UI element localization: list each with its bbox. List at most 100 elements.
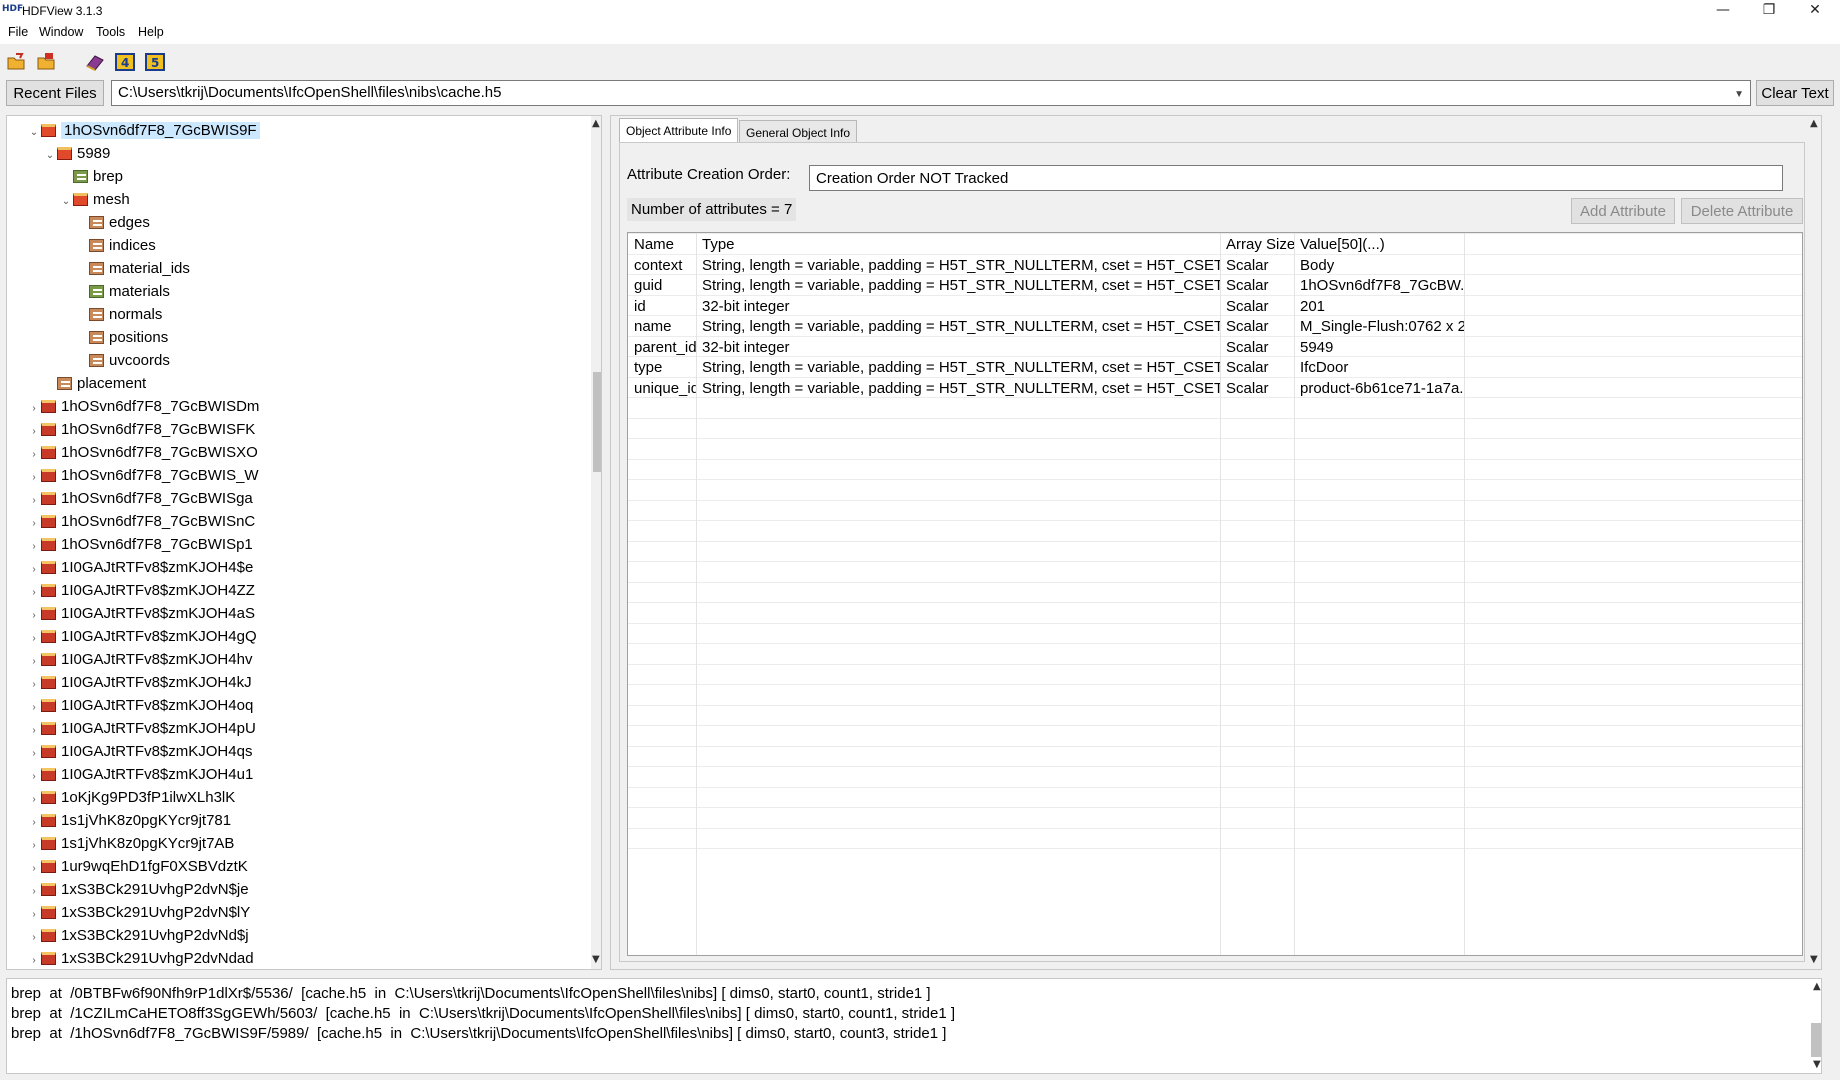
expand-chevron-icon[interactable]: › [27, 444, 41, 466]
tree-node[interactable]: brep [59, 166, 123, 188]
restore-button[interactable]: ❐ [1746, 0, 1792, 22]
tree-node[interactable]: › 1xS3BCk291UvhgP2dvNd$j [27, 925, 248, 949]
scroll-down-icon[interactable]: ▼ [1810, 954, 1818, 965]
tree-node[interactable]: › 1I0GAJtRTFv8$zmKJOH4aS [27, 603, 255, 625]
expand-chevron-icon[interactable]: › [27, 950, 41, 969]
menu-tools[interactable]: Tools [96, 25, 125, 39]
expand-chevron-icon[interactable]: › [27, 812, 41, 834]
collapse-chevron-icon[interactable]: ⌄ [27, 122, 41, 144]
expand-chevron-icon[interactable]: › [27, 398, 41, 420]
expand-chevron-icon[interactable]: › [27, 605, 41, 627]
scroll-down-icon[interactable]: ▼ [1813, 1059, 1821, 1070]
tree-node[interactable]: ⌄ mesh [59, 189, 130, 211]
hdf4-library-icon[interactable]: 4 [114, 52, 136, 72]
expand-chevron-icon[interactable]: › [27, 674, 41, 696]
expand-chevron-icon[interactable]: › [27, 559, 41, 581]
menu-window[interactable]: Window [39, 25, 83, 39]
tree-node[interactable]: › 1I0GAJtRTFv8$zmKJOH4ZZ [27, 580, 255, 602]
attr-size-cell[interactable]: Scalar [1220, 377, 1294, 401]
tab-object-attribute-info[interactable]: Object Attribute Info [619, 118, 739, 143]
tree-node[interactable]: materials [75, 281, 170, 303]
expand-chevron-icon[interactable]: › [27, 697, 41, 719]
tree-node[interactable]: › 1s1jVhK8z0pgKYcr9jt7AB [27, 833, 234, 855]
expand-chevron-icon[interactable]: › [27, 421, 41, 443]
tree-node[interactable]: › 1xS3BCk291UvhgP2dvN$lY [27, 902, 250, 924]
tree-node[interactable]: › 1hOSvn6df7F8_7GcBWISga [27, 488, 252, 512]
expand-chevron-icon[interactable]: › [27, 927, 41, 949]
expand-chevron-icon[interactable]: › [27, 743, 41, 765]
hdf5-library-icon[interactable]: 5 [144, 52, 166, 72]
tree-node[interactable]: › 1I0GAJtRTFv8$zmKJOH4pU [27, 718, 255, 742]
expand-chevron-icon[interactable]: › [27, 651, 41, 673]
expand-chevron-icon[interactable]: › [27, 490, 41, 512]
expand-chevron-icon[interactable]: › [27, 536, 41, 558]
tree-node[interactable]: › 1hOSvn6df7F8_7GcBWISDm [27, 396, 259, 418]
expand-chevron-icon[interactable]: › [27, 835, 41, 857]
add-attribute-button[interactable]: Add Attribute [1571, 198, 1675, 224]
file-tree[interactable]: ⌄ 1hOSvn6df7F8_7GcBWIS9F ⌄ 5989 brep ⌄ mesh edg… [6, 115, 602, 970]
tree-node[interactable]: › 1hOSvn6df7F8_7GcBWISnC [27, 511, 255, 533]
tree-node[interactable]: › 1hOSvn6df7F8_7GcBWISp1 [27, 534, 252, 558]
tree-node[interactable]: ⌄ 5989 [43, 143, 111, 167]
collapse-chevron-icon[interactable]: ⌄ [43, 145, 57, 167]
open-folder-icon[interactable] [36, 52, 58, 72]
expand-chevron-icon[interactable]: › [27, 582, 41, 604]
minimize-button[interactable]: — [1700, 0, 1746, 22]
tree-node[interactable]: › 1hOSvn6df7F8_7GcBWISXO [27, 442, 257, 466]
expand-chevron-icon[interactable]: › [27, 467, 41, 489]
close-button[interactable]: ✕ [1792, 0, 1838, 22]
menu-help[interactable]: Help [138, 25, 164, 39]
expand-chevron-icon[interactable]: › [27, 720, 41, 742]
tree-node[interactable]: › 1I0GAJtRTFv8$zmKJOH4gQ [27, 626, 256, 650]
scroll-down-icon[interactable]: ▼ [592, 954, 600, 965]
attribute-table[interactable]: Name Type Array Size Value[50](...) context S… [627, 232, 1803, 956]
tree-node[interactable]: › 1hOSvn6df7F8_7GcBWIS_W [27, 465, 258, 489]
tree-node[interactable]: positions [75, 327, 168, 349]
expand-chevron-icon[interactable]: › [27, 513, 41, 535]
scrollbar-thumb[interactable] [1811, 1023, 1821, 1057]
expand-chevron-icon[interactable]: › [27, 858, 41, 880]
tree-node[interactable]: normals [75, 304, 162, 326]
tree-node[interactable]: › 1xS3BCk291UvhgP2dvN$je [27, 879, 248, 901]
tree-node[interactable]: edges [75, 212, 150, 234]
users-guide-icon[interactable] [84, 52, 106, 72]
recent-files-button[interactable]: Recent Files [6, 80, 104, 106]
tree-node[interactable]: › 1oKjKg9PD3fP1ilwXLh3lK [27, 787, 235, 809]
expand-chevron-icon[interactable]: › [27, 789, 41, 811]
tab-general-object-info[interactable]: General Object Info [739, 120, 858, 143]
collapse-chevron-icon[interactable]: ⌄ [59, 191, 73, 213]
tree-node[interactable]: › 1I0GAJtRTFv8$zmKJOH4qs [27, 741, 252, 763]
tree-node[interactable]: uvcoords [75, 350, 170, 372]
expand-chevron-icon[interactable]: › [27, 766, 41, 788]
tree-node[interactable]: › 1ur9wqEhD1fgF0XSBVdztK [27, 856, 247, 880]
scrollbar-thumb[interactable] [593, 372, 601, 472]
tree-node[interactable]: material_ids [75, 258, 190, 280]
tree-node[interactable]: › 1s1jVhK8z0pgKYcr9jt781 [27, 810, 231, 832]
panel-scrollbar[interactable]: ▲ ▼ [1809, 116, 1821, 969]
tree-node[interactable]: placement [43, 373, 146, 395]
menu-file[interactable]: File [8, 25, 28, 39]
tree-node[interactable]: › 1hOSvn6df7F8_7GcBWISFK [27, 419, 255, 441]
chevron-down-icon[interactable]: ▼ [1734, 89, 1744, 100]
attr-value-cell[interactable]: product-6b61ce71-1a7a... [1294, 377, 1464, 401]
tree-node[interactable]: › 1I0GAJtRTFv8$zmKJOH4$e [27, 557, 253, 579]
expand-chevron-icon[interactable]: › [27, 628, 41, 650]
attr-name-cell[interactable]: unique_id [628, 377, 696, 401]
delete-attribute-button[interactable]: Delete Attribute [1681, 198, 1803, 224]
open-file-icon[interactable] [6, 52, 28, 72]
tree-node[interactable]: indices [75, 235, 156, 257]
status-log[interactable]: brep at /0BTBFw6f90Nfh9rP1dlXr$/5536/ [c… [6, 978, 1822, 1074]
tree-node[interactable]: › 1I0GAJtRTFv8$zmKJOH4kJ [27, 672, 251, 696]
expand-chevron-icon[interactable]: › [27, 904, 41, 926]
tree-node[interactable]: › 1I0GAJtRTFv8$zmKJOH4u1 [27, 764, 253, 786]
tree-node[interactable]: › 1xS3BCk291UvhgP2dvNdad [27, 948, 253, 969]
file-path-combobox[interactable]: C:\Users\tkrij\Documents\IfcOpenShell\fi… [111, 80, 1751, 106]
scroll-up-icon[interactable]: ▲ [592, 118, 600, 129]
tree-scrollbar[interactable]: ▲ ▼ [591, 116, 601, 969]
tree-node[interactable]: › 1I0GAJtRTFv8$zmKJOH4oq [27, 695, 253, 717]
tree-node[interactable]: ⌄ 1hOSvn6df7F8_7GcBWIS9F [27, 120, 260, 142]
scroll-up-icon[interactable]: ▲ [1813, 981, 1821, 992]
tree-node[interactable]: › 1I0GAJtRTFv8$zmKJOH4hv [27, 649, 252, 671]
clear-text-button[interactable]: Clear Text [1756, 80, 1834, 106]
scroll-up-icon[interactable]: ▲ [1810, 118, 1818, 129]
